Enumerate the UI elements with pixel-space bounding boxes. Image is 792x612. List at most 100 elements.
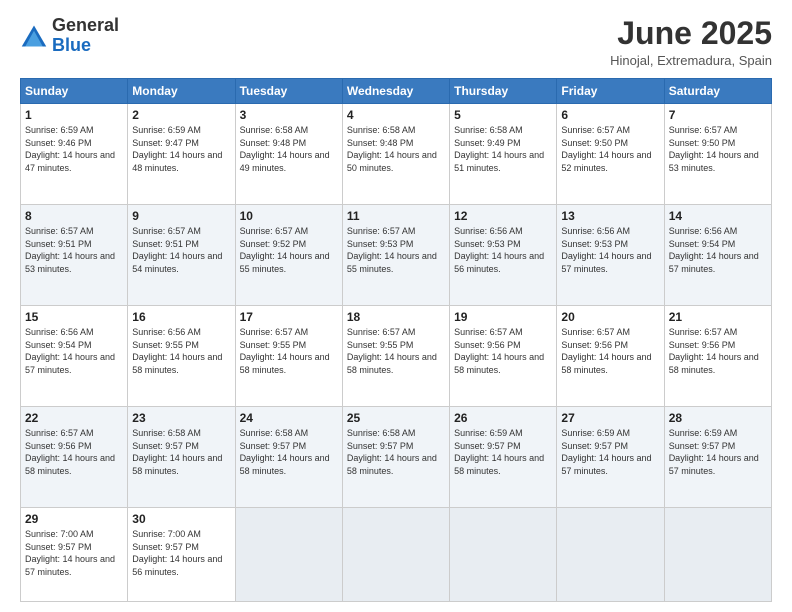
day-info: Sunrise: 6:57 AM Sunset: 9:55 PM Dayligh… xyxy=(347,326,445,376)
day-info: Sunrise: 6:57 AM Sunset: 9:50 PM Dayligh… xyxy=(561,124,659,174)
day-info: Sunrise: 6:57 AM Sunset: 9:56 PM Dayligh… xyxy=(25,427,123,477)
day-number: 5 xyxy=(454,108,552,122)
calendar-cell: 11 Sunrise: 6:57 AM Sunset: 9:53 PM Dayl… xyxy=(342,205,449,306)
calendar-cell xyxy=(450,508,557,602)
day-number: 4 xyxy=(347,108,445,122)
day-info: Sunrise: 6:57 AM Sunset: 9:51 PM Dayligh… xyxy=(25,225,123,275)
day-number: 7 xyxy=(669,108,767,122)
day-info: Sunrise: 6:56 AM Sunset: 9:54 PM Dayligh… xyxy=(669,225,767,275)
day-number: 16 xyxy=(132,310,230,324)
calendar-cell xyxy=(557,508,664,602)
logo-text: General Blue xyxy=(52,16,119,56)
calendar-header-sunday: Sunday xyxy=(21,79,128,104)
calendar-week-row: 1 Sunrise: 6:59 AM Sunset: 9:46 PM Dayli… xyxy=(21,104,772,205)
calendar-header-saturday: Saturday xyxy=(664,79,771,104)
calendar-cell: 21 Sunrise: 6:57 AM Sunset: 9:56 PM Dayl… xyxy=(664,306,771,407)
calendar-week-row: 22 Sunrise: 6:57 AM Sunset: 9:56 PM Dayl… xyxy=(21,407,772,508)
month-year: June 2025 xyxy=(610,16,772,51)
calendar-cell xyxy=(235,508,342,602)
calendar-cell: 18 Sunrise: 6:57 AM Sunset: 9:55 PM Dayl… xyxy=(342,306,449,407)
calendar-header-row: SundayMondayTuesdayWednesdayThursdayFrid… xyxy=(21,79,772,104)
day-number: 2 xyxy=(132,108,230,122)
calendar-cell: 19 Sunrise: 6:57 AM Sunset: 9:56 PM Dayl… xyxy=(450,306,557,407)
day-number: 15 xyxy=(25,310,123,324)
day-info: Sunrise: 6:57 AM Sunset: 9:50 PM Dayligh… xyxy=(669,124,767,174)
calendar-cell: 9 Sunrise: 6:57 AM Sunset: 9:51 PM Dayli… xyxy=(128,205,235,306)
calendar-cell: 16 Sunrise: 6:56 AM Sunset: 9:55 PM Dayl… xyxy=(128,306,235,407)
day-number: 13 xyxy=(561,209,659,223)
calendar-cell: 15 Sunrise: 6:56 AM Sunset: 9:54 PM Dayl… xyxy=(21,306,128,407)
day-number: 26 xyxy=(454,411,552,425)
calendar-cell: 20 Sunrise: 6:57 AM Sunset: 9:56 PM Dayl… xyxy=(557,306,664,407)
day-number: 29 xyxy=(25,512,123,526)
day-info: Sunrise: 6:59 AM Sunset: 9:57 PM Dayligh… xyxy=(669,427,767,477)
day-number: 24 xyxy=(240,411,338,425)
day-number: 12 xyxy=(454,209,552,223)
day-info: Sunrise: 6:56 AM Sunset: 9:53 PM Dayligh… xyxy=(561,225,659,275)
location: Hinojal, Extremadura, Spain xyxy=(610,53,772,68)
calendar-header-thursday: Thursday xyxy=(450,79,557,104)
header: General Blue June 2025 Hinojal, Extremad… xyxy=(20,16,772,68)
day-number: 9 xyxy=(132,209,230,223)
day-info: Sunrise: 6:59 AM Sunset: 9:57 PM Dayligh… xyxy=(454,427,552,477)
day-number: 28 xyxy=(669,411,767,425)
day-info: Sunrise: 6:58 AM Sunset: 9:57 PM Dayligh… xyxy=(347,427,445,477)
day-info: Sunrise: 6:57 AM Sunset: 9:56 PM Dayligh… xyxy=(454,326,552,376)
day-number: 11 xyxy=(347,209,445,223)
calendar-cell: 22 Sunrise: 6:57 AM Sunset: 9:56 PM Dayl… xyxy=(21,407,128,508)
day-info: Sunrise: 6:59 AM Sunset: 9:46 PM Dayligh… xyxy=(25,124,123,174)
day-number: 23 xyxy=(132,411,230,425)
calendar-cell: 29 Sunrise: 7:00 AM Sunset: 9:57 PM Dayl… xyxy=(21,508,128,602)
calendar-cell: 3 Sunrise: 6:58 AM Sunset: 9:48 PM Dayli… xyxy=(235,104,342,205)
calendar-cell: 8 Sunrise: 6:57 AM Sunset: 9:51 PM Dayli… xyxy=(21,205,128,306)
day-number: 20 xyxy=(561,310,659,324)
day-number: 8 xyxy=(25,209,123,223)
day-info: Sunrise: 7:00 AM Sunset: 9:57 PM Dayligh… xyxy=(132,528,230,578)
day-number: 17 xyxy=(240,310,338,324)
day-info: Sunrise: 6:59 AM Sunset: 9:47 PM Dayligh… xyxy=(132,124,230,174)
day-info: Sunrise: 6:56 AM Sunset: 9:53 PM Dayligh… xyxy=(454,225,552,275)
day-number: 22 xyxy=(25,411,123,425)
calendar-cell xyxy=(664,508,771,602)
calendar-header-wednesday: Wednesday xyxy=(342,79,449,104)
calendar-cell: 10 Sunrise: 6:57 AM Sunset: 9:52 PM Dayl… xyxy=(235,205,342,306)
calendar-cell: 28 Sunrise: 6:59 AM Sunset: 9:57 PM Dayl… xyxy=(664,407,771,508)
day-info: Sunrise: 6:58 AM Sunset: 9:57 PM Dayligh… xyxy=(240,427,338,477)
calendar-cell: 30 Sunrise: 7:00 AM Sunset: 9:57 PM Dayl… xyxy=(128,508,235,602)
calendar-table: SundayMondayTuesdayWednesdayThursdayFrid… xyxy=(20,78,772,602)
calendar-week-row: 8 Sunrise: 6:57 AM Sunset: 9:51 PM Dayli… xyxy=(21,205,772,306)
calendar-cell: 5 Sunrise: 6:58 AM Sunset: 9:49 PM Dayli… xyxy=(450,104,557,205)
page: General Blue June 2025 Hinojal, Extremad… xyxy=(0,0,792,612)
calendar-cell: 4 Sunrise: 6:58 AM Sunset: 9:48 PM Dayli… xyxy=(342,104,449,205)
calendar-cell: 17 Sunrise: 6:57 AM Sunset: 9:55 PM Dayl… xyxy=(235,306,342,407)
logo-icon xyxy=(20,22,48,50)
calendar-cell: 6 Sunrise: 6:57 AM Sunset: 9:50 PM Dayli… xyxy=(557,104,664,205)
day-info: Sunrise: 7:00 AM Sunset: 9:57 PM Dayligh… xyxy=(25,528,123,578)
calendar-header-tuesday: Tuesday xyxy=(235,79,342,104)
day-info: Sunrise: 6:57 AM Sunset: 9:51 PM Dayligh… xyxy=(132,225,230,275)
calendar-header-friday: Friday xyxy=(557,79,664,104)
day-info: Sunrise: 6:57 AM Sunset: 9:53 PM Dayligh… xyxy=(347,225,445,275)
calendar-week-row: 29 Sunrise: 7:00 AM Sunset: 9:57 PM Dayl… xyxy=(21,508,772,602)
day-info: Sunrise: 6:57 AM Sunset: 9:56 PM Dayligh… xyxy=(669,326,767,376)
day-number: 18 xyxy=(347,310,445,324)
day-number: 6 xyxy=(561,108,659,122)
day-info: Sunrise: 6:57 AM Sunset: 9:56 PM Dayligh… xyxy=(561,326,659,376)
calendar-cell: 2 Sunrise: 6:59 AM Sunset: 9:47 PM Dayli… xyxy=(128,104,235,205)
day-info: Sunrise: 6:57 AM Sunset: 9:55 PM Dayligh… xyxy=(240,326,338,376)
day-number: 25 xyxy=(347,411,445,425)
calendar-cell: 26 Sunrise: 6:59 AM Sunset: 9:57 PM Dayl… xyxy=(450,407,557,508)
day-info: Sunrise: 6:59 AM Sunset: 9:57 PM Dayligh… xyxy=(561,427,659,477)
day-number: 14 xyxy=(669,209,767,223)
title-block: June 2025 Hinojal, Extremadura, Spain xyxy=(610,16,772,68)
day-info: Sunrise: 6:57 AM Sunset: 9:52 PM Dayligh… xyxy=(240,225,338,275)
calendar-body: 1 Sunrise: 6:59 AM Sunset: 9:46 PM Dayli… xyxy=(21,104,772,602)
calendar-cell: 24 Sunrise: 6:58 AM Sunset: 9:57 PM Dayl… xyxy=(235,407,342,508)
calendar-cell: 14 Sunrise: 6:56 AM Sunset: 9:54 PM Dayl… xyxy=(664,205,771,306)
calendar-header-monday: Monday xyxy=(128,79,235,104)
calendar-cell: 27 Sunrise: 6:59 AM Sunset: 9:57 PM Dayl… xyxy=(557,407,664,508)
logo: General Blue xyxy=(20,16,119,56)
day-number: 10 xyxy=(240,209,338,223)
calendar-cell xyxy=(342,508,449,602)
day-info: Sunrise: 6:58 AM Sunset: 9:48 PM Dayligh… xyxy=(347,124,445,174)
